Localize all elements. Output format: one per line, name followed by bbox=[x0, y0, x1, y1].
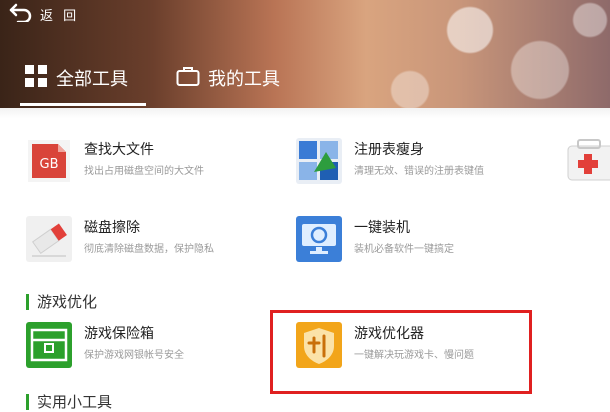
tab-all-tools-label: 全部工具 bbox=[56, 69, 128, 90]
briefcase-icon bbox=[176, 65, 200, 92]
tool-one-click-install[interactable]: 一键装机 装机必备软件一键搞定 bbox=[296, 216, 454, 262]
back-label: 返 回 bbox=[40, 8, 80, 24]
safe-box-icon bbox=[26, 322, 72, 368]
section-accent-bar bbox=[26, 293, 29, 310]
tool-registry-slim[interactable]: 注册表瘦身 清理无效、错误的注册表键值 bbox=[296, 138, 484, 184]
tab-all-tools[interactable]: 全部工具 bbox=[24, 60, 128, 96]
tool-disk-wipe[interactable]: 磁盘擦除 彻底清除磁盘数据，保护隐私 bbox=[26, 216, 214, 262]
back-button[interactable]: 返 回 bbox=[8, 2, 80, 26]
section-title-utilities: 实用小工具 bbox=[26, 391, 112, 412]
back-arrow-icon bbox=[8, 2, 34, 26]
tool-desc: 清理无效、错误的注册表键值 bbox=[354, 166, 484, 177]
section-title-label: 实用小工具 bbox=[37, 393, 113, 411]
header-banner: 返 回 全部工具 我的工具 bbox=[0, 0, 610, 108]
gb-file-icon: GB bbox=[26, 138, 72, 184]
tool-game-safe-box[interactable]: 游戏保险箱 保护游戏网银帐号安全 bbox=[26, 322, 184, 368]
tool-name: 注册表瘦身 bbox=[354, 142, 424, 158]
svg-text:GB: GB bbox=[40, 157, 59, 172]
registry-icon bbox=[296, 138, 342, 184]
tool-list: GB 查找大文件 找出占用磁盘空间的大文件 注册表瘦身 清理无效、错误的注册表键… bbox=[0, 108, 610, 411]
section-title-game-optimization: 游戏优化 bbox=[26, 291, 97, 312]
monitor-install-icon bbox=[296, 216, 342, 262]
eraser-icon bbox=[26, 216, 72, 262]
tool-desc: 找出占用磁盘空间的大文件 bbox=[84, 166, 204, 177]
tool-name: 查找大文件 bbox=[84, 142, 154, 158]
grid-icon bbox=[24, 64, 48, 93]
active-tab-indicator bbox=[20, 103, 146, 106]
top-strip bbox=[0, 108, 610, 118]
section-title-label: 游戏优化 bbox=[37, 293, 98, 311]
tab-my-tools[interactable]: 我的工具 bbox=[176, 60, 280, 96]
tool-desc: 保护游戏网银帐号安全 bbox=[84, 350, 184, 361]
highlight-box bbox=[270, 310, 532, 394]
first-aid-kit-icon[interactable] bbox=[566, 136, 610, 188]
tab-my-tools-label: 我的工具 bbox=[208, 69, 280, 90]
tool-desc: 彻底清除磁盘数据，保护隐私 bbox=[84, 244, 214, 255]
tool-name: 一键装机 bbox=[354, 220, 410, 236]
tool-name: 磁盘擦除 bbox=[84, 220, 140, 236]
tool-name: 游戏保险箱 bbox=[84, 326, 154, 342]
tool-find-large-files[interactable]: GB 查找大文件 找出占用磁盘空间的大文件 bbox=[26, 138, 204, 184]
tool-desc: 装机必备软件一键搞定 bbox=[354, 244, 454, 255]
section-accent-bar bbox=[26, 393, 29, 410]
